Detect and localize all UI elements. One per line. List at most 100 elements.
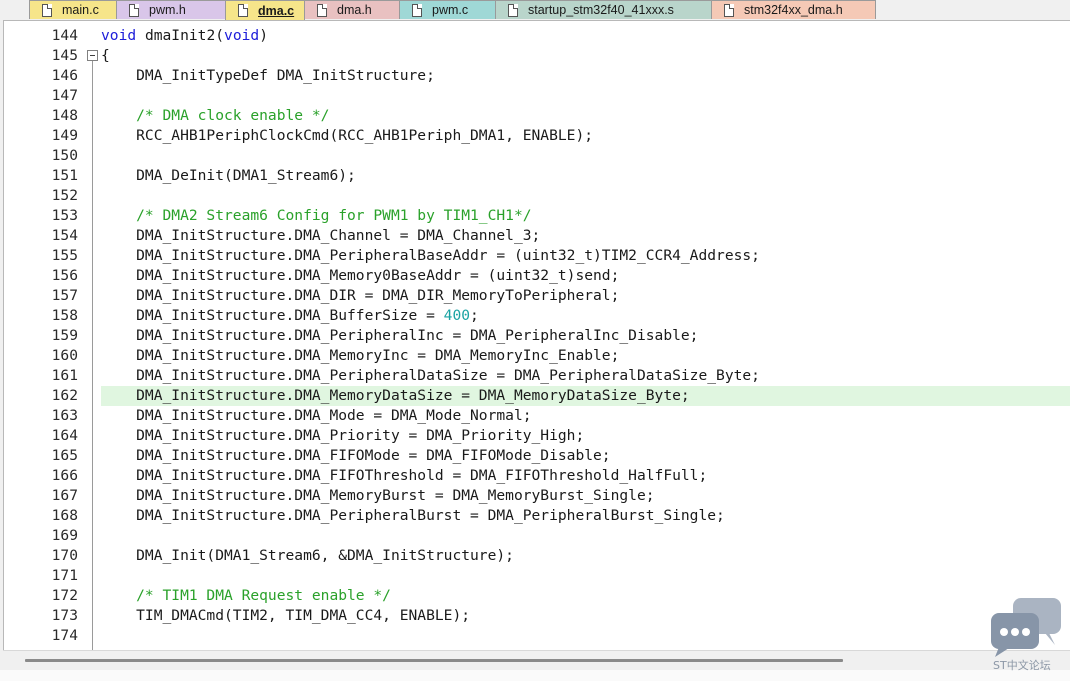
code-line[interactable]: 162 DMA_InitStructure.DMA_MemoryDataSize… xyxy=(4,386,1070,406)
code-line[interactable]: 167 DMA_InitStructure.DMA_MemoryBurst = … xyxy=(4,486,1070,506)
code-line[interactable]: 149 RCC_AHB1PeriphClockCmd(RCC_AHB1Perip… xyxy=(4,126,1070,146)
line-number: 158 xyxy=(51,307,78,324)
code-text: DMA_InitStructure.DMA_BufferSize = 400; xyxy=(101,307,479,324)
code-text: DMA_InitStructure.DMA_PeripheralDataSize… xyxy=(101,367,760,384)
line-number: 172 xyxy=(51,587,78,604)
line-number: 152 xyxy=(51,187,78,204)
code-line[interactable]: 150 xyxy=(4,146,1070,166)
code-text: DMA_InitStructure.DMA_Channel = DMA_Chan… xyxy=(101,227,541,244)
code-text: DMA_InitStructure.DMA_DIR = DMA_DIR_Memo… xyxy=(101,287,620,304)
ide-window: main.c pwm.h dma.c dma.h pwm.c startup_stm32f… xyxy=(0,0,1070,681)
line-number: 148 xyxy=(51,107,78,124)
tab-pwm-c[interactable]: pwm.c xyxy=(399,0,496,19)
file-icon xyxy=(724,3,734,17)
code-line[interactable]: 155 DMA_InitStructure.DMA_PeripheralBase… xyxy=(4,246,1070,266)
line-number: 161 xyxy=(51,367,78,384)
code-text: DMA_InitTypeDef DMA_InitStructure; xyxy=(101,67,435,84)
code-line[interactable]: 171 xyxy=(4,566,1070,586)
code-editor[interactable]: 144 void dmaInit2(void) 145 {146 DMA_InitTy… xyxy=(3,20,1070,650)
line-number: 155 xyxy=(51,247,78,264)
tab-label: pwm.c xyxy=(432,3,469,17)
code-text: DMA_InitStructure.DMA_Mode = DMA_Mode_No… xyxy=(101,407,532,424)
code-line[interactable]: 154 DMA_InitStructure.DMA_Channel = DMA_… xyxy=(4,226,1070,246)
code-line[interactable]: 144 void dmaInit2(void) xyxy=(4,26,1070,46)
scrollbar-thumb[interactable] xyxy=(25,659,843,662)
code-line[interactable]: 170 DMA_Init(DMA1_Stream6, &DMA_InitStru… xyxy=(4,546,1070,566)
code-line[interactable]: 148 /* DMA clock enable */ xyxy=(4,106,1070,126)
line-number: 157 xyxy=(51,287,78,304)
file-icon xyxy=(129,3,139,17)
file-tab-bar: main.c pwm.h dma.c dma.h pwm.c startup_stm32f… xyxy=(0,0,1070,20)
tab-pwm-h[interactable]: pwm.h xyxy=(116,0,226,19)
line-number: 147 xyxy=(51,87,78,104)
code-line[interactable]: 173 TIM_DMACmd(TIM2, TIM_DMA_CC4, ENABLE… xyxy=(4,606,1070,626)
line-number: 150 xyxy=(51,147,78,164)
tab-label: dma.h xyxy=(337,3,372,17)
status-strip xyxy=(0,670,1070,681)
line-number: 170 xyxy=(51,547,78,564)
line-number: 173 xyxy=(51,607,78,624)
tab-dma-c[interactable]: dma.c xyxy=(225,0,305,20)
horizontal-scrollbar[interactable] xyxy=(3,650,1070,670)
line-number: 171 xyxy=(51,567,78,584)
code-line[interactable]: 165 DMA_InitStructure.DMA_FIFOMode = DMA… xyxy=(4,446,1070,466)
code-line[interactable]: 151 DMA_DeInit(DMA1_Stream6); xyxy=(4,166,1070,186)
line-number: 156 xyxy=(51,267,78,284)
code-text: { xyxy=(101,47,110,64)
code-line[interactable]: 166 DMA_InitStructure.DMA_FIFOThreshold … xyxy=(4,466,1070,486)
tab-label: startup_stm32f40_41xxx.s xyxy=(528,3,674,17)
code-line[interactable]: 153 /* DMA2 Stream6 Config for PWM1 by T… xyxy=(4,206,1070,226)
line-number: 149 xyxy=(51,127,78,144)
line-number: 169 xyxy=(51,527,78,544)
code-line[interactable]: 172 /* TIM1 DMA Request enable */ xyxy=(4,586,1070,606)
tab-stm32f4xx-dma-h[interactable]: stm32f4xx_dma.h xyxy=(711,0,876,19)
line-number: 144 xyxy=(51,27,78,44)
code-line[interactable]: 164 DMA_InitStructure.DMA_Priority = DMA… xyxy=(4,426,1070,446)
line-number: 162 xyxy=(51,387,78,404)
code-line[interactable]: 174 xyxy=(4,626,1070,646)
file-icon xyxy=(508,3,518,17)
code-line[interactable]: 147 xyxy=(4,86,1070,106)
tab-startup-stm32f40-41xxx-s[interactable]: startup_stm32f40_41xxx.s xyxy=(495,0,712,19)
tab-label: pwm.h xyxy=(149,3,186,17)
line-number: 167 xyxy=(51,487,78,504)
code-text: DMA_InitStructure.DMA_Priority = DMA_Pri… xyxy=(101,427,585,444)
code-line[interactable]: 168 DMA_InitStructure.DMA_PeripheralBurs… xyxy=(4,506,1070,526)
code-line[interactable]: 158 DMA_InitStructure.DMA_BufferSize = 4… xyxy=(4,306,1070,326)
file-icon xyxy=(412,3,422,17)
code-line[interactable]: 159 DMA_InitStructure.DMA_PeripheralInc … xyxy=(4,326,1070,346)
tab-dma-h[interactable]: dma.h xyxy=(304,0,400,19)
code-line[interactable]: 163 DMA_InitStructure.DMA_Mode = DMA_Mod… xyxy=(4,406,1070,426)
tab-label: main.c xyxy=(62,3,99,17)
line-number: 154 xyxy=(51,227,78,244)
line-number: 146 xyxy=(51,67,78,84)
code-text: RCC_AHB1PeriphClockCmd(RCC_AHB1Periph_DM… xyxy=(101,127,594,144)
code-line[interactable]: 146 DMA_InitTypeDef DMA_InitStructure; xyxy=(4,66,1070,86)
code-text: DMA_InitStructure.DMA_MemoryInc = DMA_Me… xyxy=(101,347,620,364)
code-line[interactable]: 152 xyxy=(4,186,1070,206)
code-line[interactable]: 169 xyxy=(4,526,1070,546)
line-number: 160 xyxy=(51,347,78,364)
code-line[interactable]: 156 DMA_InitStructure.DMA_Memory0BaseAdd… xyxy=(4,266,1070,286)
code-text: DMA_InitStructure.DMA_PeripheralBurst = … xyxy=(101,507,725,524)
file-icon xyxy=(42,3,52,17)
code-text: DMA_InitStructure.DMA_PeripheralInc = DM… xyxy=(101,327,699,344)
line-number: 159 xyxy=(51,327,78,344)
tab-label: stm32f4xx_dma.h xyxy=(744,3,843,17)
code-line[interactable]: 145 { xyxy=(4,46,1070,66)
line-number: 151 xyxy=(51,167,78,184)
code-text: DMA_InitStructure.DMA_MemoryBurst = DMA_… xyxy=(101,487,655,504)
line-number: 166 xyxy=(51,467,78,484)
code-line[interactable]: 157 DMA_InitStructure.DMA_DIR = DMA_DIR_… xyxy=(4,286,1070,306)
code-line[interactable]: 161 DMA_InitStructure.DMA_PeripheralData… xyxy=(4,366,1070,386)
code-text: /* DMA clock enable */ xyxy=(101,107,330,124)
code-line[interactable]: 160 DMA_InitStructure.DMA_MemoryInc = DM… xyxy=(4,346,1070,366)
code-text: void dmaInit2(void) xyxy=(101,27,268,44)
line-number: 153 xyxy=(51,207,78,224)
code-text: DMA_InitStructure.DMA_MemoryDataSize = D… xyxy=(101,387,690,404)
tab-main-c[interactable]: main.c xyxy=(29,0,117,19)
line-number: 164 xyxy=(51,427,78,444)
line-number: 168 xyxy=(51,507,78,524)
line-number: 165 xyxy=(51,447,78,464)
code-text: DMA_DeInit(DMA1_Stream6); xyxy=(101,167,356,184)
